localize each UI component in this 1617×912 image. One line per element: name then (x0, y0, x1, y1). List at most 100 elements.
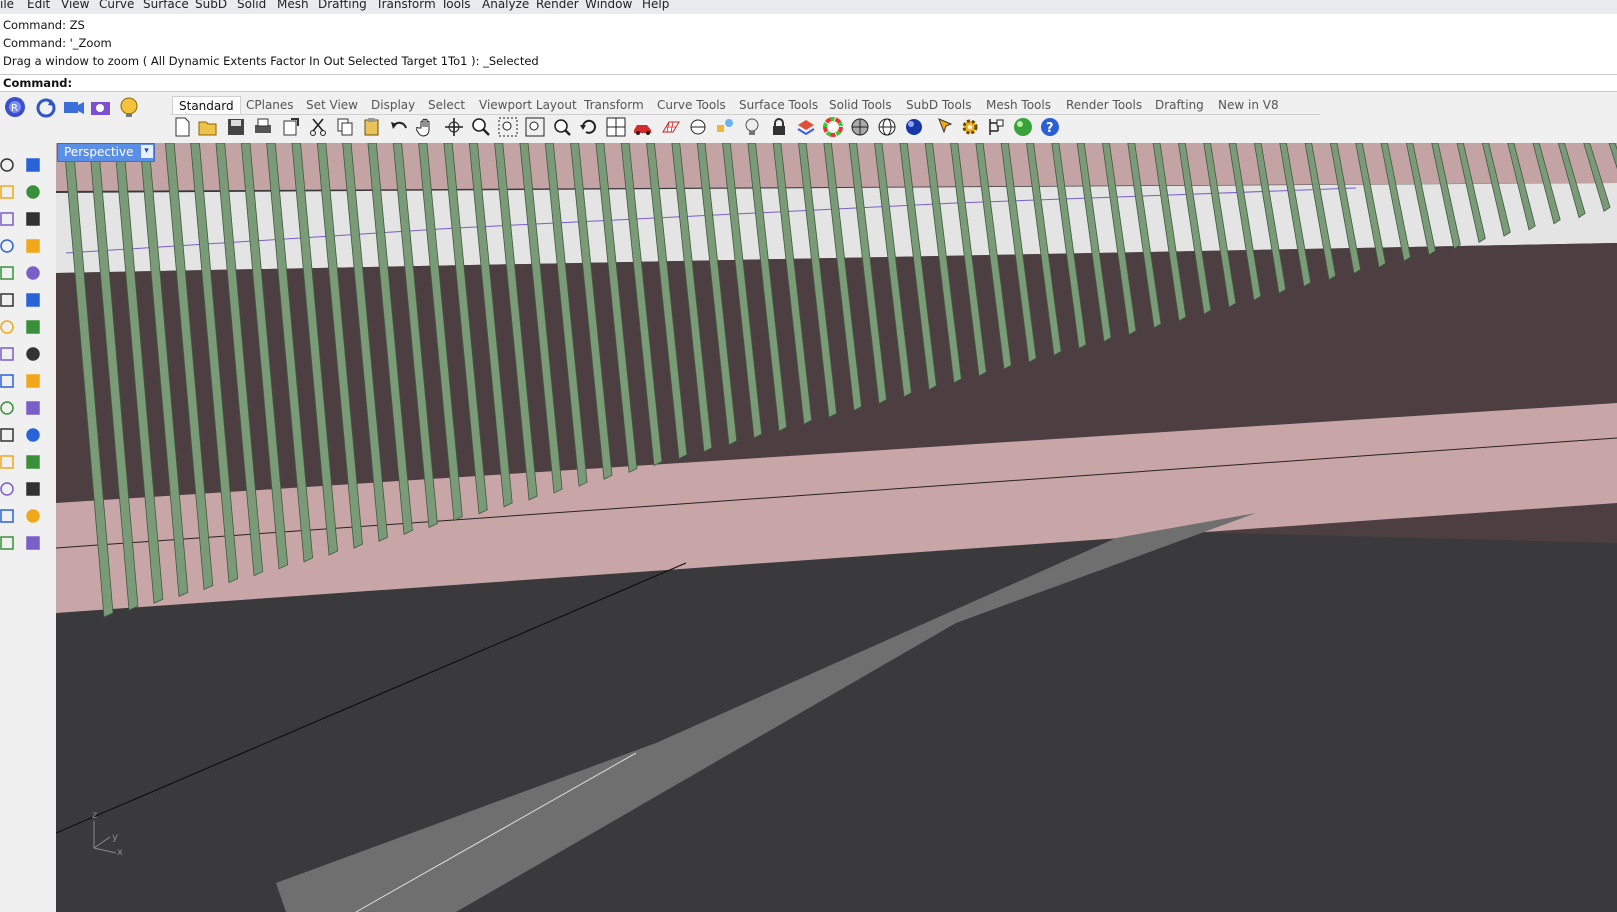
command-line[interactable]: Command: (0, 74, 1617, 92)
render-icon[interactable] (24, 480, 42, 498)
zoom-selected-icon[interactable] (552, 117, 572, 137)
car-icon[interactable] (633, 117, 653, 137)
scale-icon[interactable] (24, 426, 42, 444)
hatch-icon[interactable] (24, 507, 42, 525)
zoom-window-icon[interactable] (498, 117, 518, 137)
circle-icon[interactable] (0, 210, 16, 228)
block-icon[interactable] (0, 534, 16, 552)
pan-icon[interactable] (416, 117, 436, 137)
snap-icon[interactable] (715, 117, 735, 137)
help-icon[interactable]: ? (1040, 117, 1060, 137)
tab-set-view[interactable]: Set View (306, 96, 358, 114)
menu-tools[interactable]: Tools (441, 0, 471, 12)
menu-help[interactable]: Help (642, 0, 669, 12)
tab-display[interactable]: Display (371, 96, 415, 114)
fillet-icon[interactable] (24, 264, 42, 282)
tab-transform[interactable]: Transform (584, 96, 644, 114)
rectangle-icon[interactable] (24, 237, 42, 255)
paste-icon[interactable] (362, 117, 382, 137)
menu-subd[interactable]: SubD (195, 0, 227, 12)
menu-edit[interactable]: Edit (27, 0, 50, 12)
pointer-icon[interactable] (936, 117, 956, 137)
menu-analyze[interactable]: Analyze (482, 0, 529, 12)
text-icon[interactable] (0, 507, 16, 525)
analyze-icon[interactable] (0, 480, 16, 498)
shaded-sphere-icon[interactable] (850, 117, 870, 137)
print-icon[interactable] (253, 117, 273, 137)
ellipse-icon[interactable] (24, 210, 42, 228)
rotate-view-icon[interactable] (444, 117, 464, 137)
tab-surface-tools[interactable]: Surface Tools (739, 96, 818, 114)
lock-icon[interactable] (769, 117, 789, 137)
menu-view[interactable]: View (61, 0, 89, 12)
wire-sphere-icon[interactable] (877, 117, 897, 137)
tab-subd-tools[interactable]: SubD Tools (906, 96, 971, 114)
tree-icon[interactable] (987, 117, 1007, 137)
tab-render-tools[interactable]: Render Tools (1066, 96, 1142, 114)
open-icon[interactable] (198, 117, 218, 137)
menu-surface[interactable]: Surface (143, 0, 189, 12)
cut-icon[interactable] (308, 117, 328, 137)
join-icon[interactable] (24, 399, 42, 417)
four-viewports-icon[interactable] (606, 117, 626, 137)
menu-transform[interactable]: Transform (376, 0, 436, 12)
tab-standard[interactable]: Standard (172, 96, 241, 115)
curve-icon[interactable] (24, 183, 42, 201)
rotate-icon[interactable] (579, 117, 599, 137)
move-icon[interactable] (0, 426, 16, 444)
perspective-viewport[interactable]: z y x (56, 143, 1617, 912)
save-icon[interactable] (226, 117, 246, 137)
menu-render[interactable]: Render (536, 0, 579, 12)
menu-window[interactable]: Window (585, 0, 632, 12)
surface-icon[interactable] (0, 291, 16, 309)
split-icon[interactable] (0, 399, 16, 417)
snapshot-icon[interactable] (90, 98, 112, 118)
plane-icon[interactable] (24, 345, 42, 363)
tab-solid-tools[interactable]: Solid Tools (829, 96, 892, 114)
bulb-icon[interactable] (742, 117, 762, 137)
polygon-icon[interactable] (0, 264, 16, 282)
boolean-icon[interactable] (24, 318, 42, 336)
zoom-icon[interactable] (471, 117, 491, 137)
layer-icon[interactable] (796, 117, 816, 137)
command-history[interactable]: Command: ZS Command: '_Zoom Drag a windo… (0, 14, 1617, 74)
new-file-icon[interactable] (172, 117, 192, 137)
tab-mesh-tools[interactable]: Mesh Tools (986, 96, 1051, 114)
tab-new-in-v8[interactable]: New in V8 (1218, 96, 1279, 114)
paint-icon[interactable] (24, 534, 42, 552)
rhino-app-icon[interactable]: R (4, 96, 26, 118)
tab-viewport-layout[interactable]: Viewport Layout (479, 96, 577, 114)
revolve-icon[interactable] (24, 291, 42, 309)
menu-curve[interactable]: Curve (99, 0, 134, 12)
box-icon[interactable] (0, 318, 16, 336)
export-icon[interactable] (281, 117, 301, 137)
copy-icon[interactable] (335, 117, 355, 137)
polyline-icon[interactable] (0, 183, 16, 201)
tab-select[interactable]: Select (428, 96, 465, 114)
tab-drafting[interactable]: Drafting (1155, 96, 1204, 114)
viewport-title-tab[interactable]: Perspective ▾ (57, 143, 155, 162)
cplane-icon[interactable] (688, 117, 708, 137)
explode-icon[interactable] (0, 372, 16, 390)
select-icon[interactable] (0, 156, 16, 174)
array-icon[interactable] (0, 453, 16, 471)
tab-curve-tools[interactable]: Curve Tools (657, 96, 726, 114)
viewport-menu-arrow-icon[interactable]: ▾ (140, 145, 153, 158)
menu-solid[interactable]: Solid (237, 0, 266, 12)
menu-mesh[interactable]: Mesh (277, 0, 309, 12)
globe-icon[interactable] (1013, 117, 1033, 137)
dimension-icon[interactable] (24, 453, 42, 471)
gear-icon[interactable] (960, 117, 980, 137)
color-wheel-icon[interactable] (823, 117, 843, 137)
point-icon[interactable] (24, 156, 42, 174)
light-bulb-icon[interactable] (118, 96, 140, 118)
extrude-icon[interactable] (0, 345, 16, 363)
arc-icon[interactable] (0, 237, 16, 255)
menu-drafting[interactable]: Drafting (318, 0, 367, 12)
zoom-extents-icon[interactable] (525, 117, 545, 137)
trim-icon[interactable] (24, 372, 42, 390)
menu-file[interactable]: ile (0, 0, 14, 12)
tab-cplanes[interactable]: CPlanes (246, 96, 294, 114)
camera-icon[interactable] (63, 98, 85, 118)
grid-icon[interactable] (661, 117, 681, 137)
